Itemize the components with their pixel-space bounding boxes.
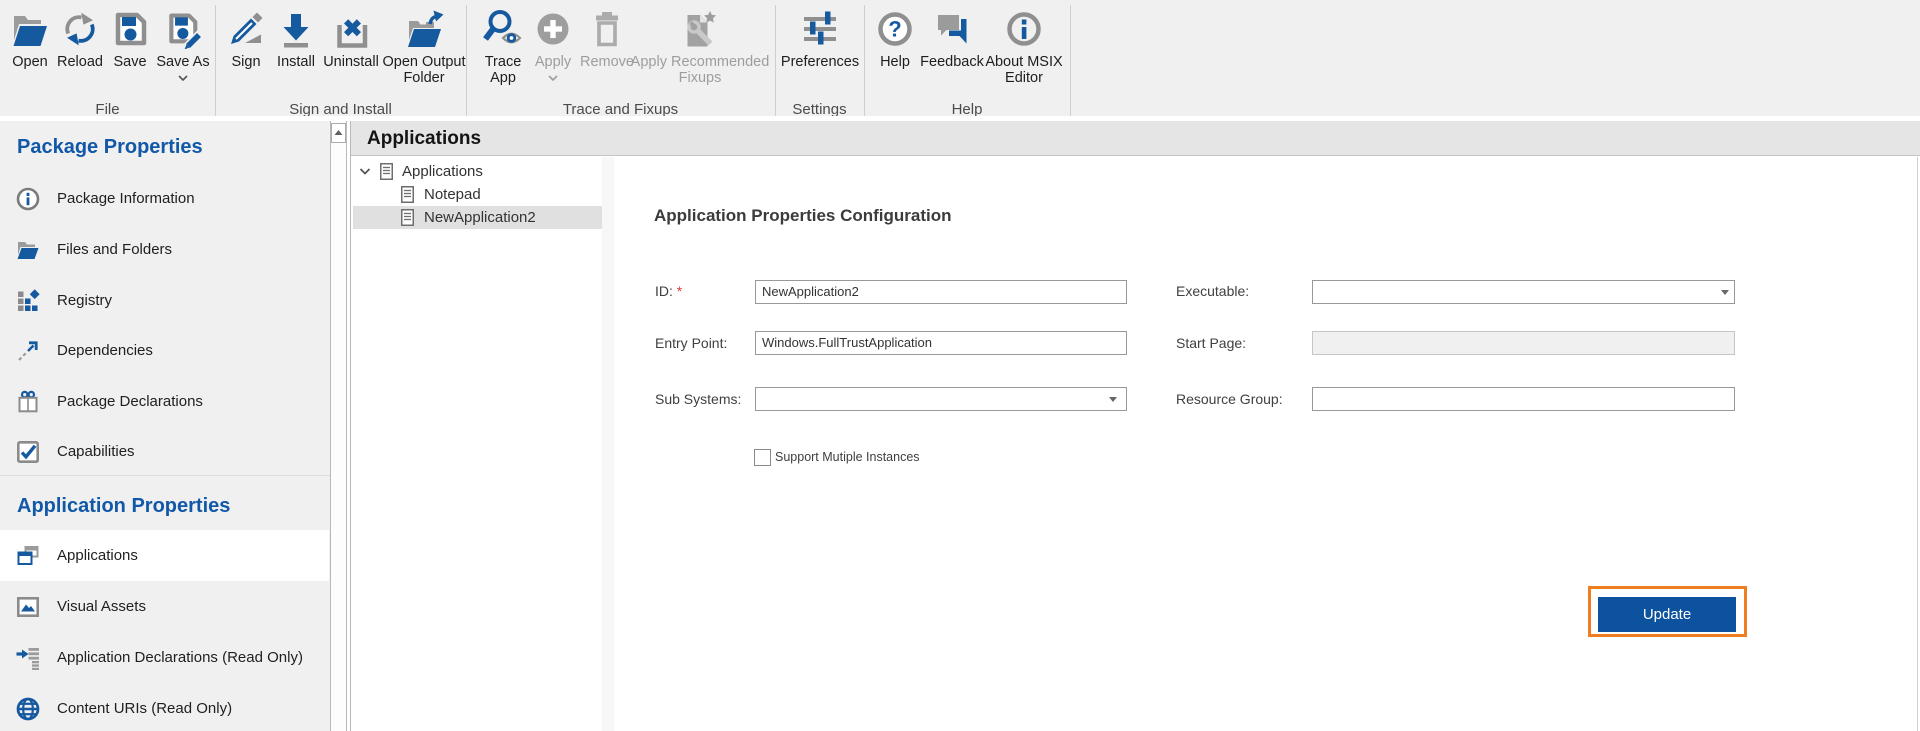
svg-text:?: ?	[888, 17, 901, 42]
